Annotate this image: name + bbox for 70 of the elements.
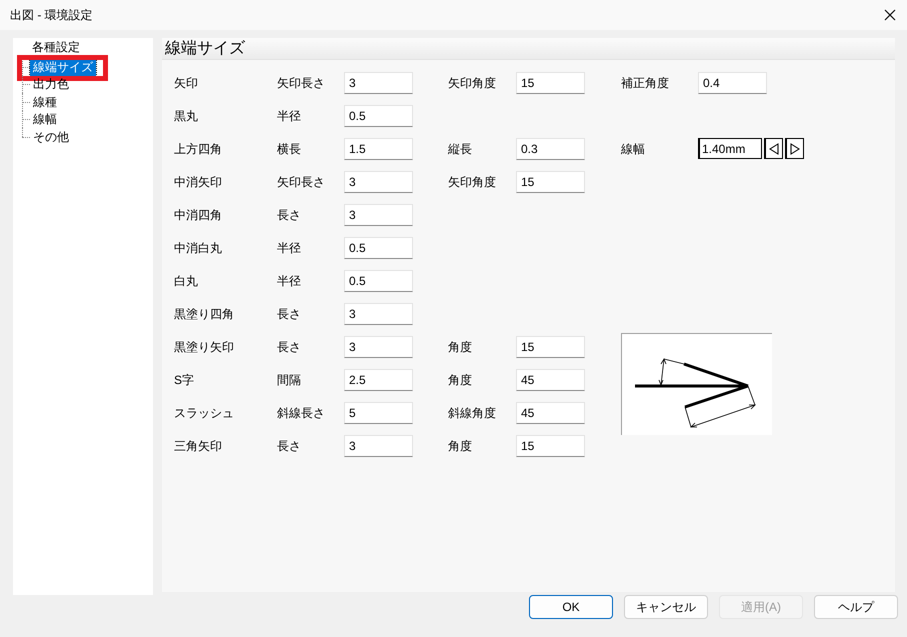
row-label: 黒丸: [174, 108, 199, 124]
field-label: 半径: [277, 272, 302, 290]
field-label: 長さ: [277, 438, 302, 454]
field-label: 矢印長さ: [277, 74, 326, 92]
number-field[interactable]: 3: [344, 434, 413, 456]
number-field[interactable]: 45: [516, 368, 585, 390]
right-triangle-icon: [790, 142, 800, 154]
decrease-button[interactable]: [764, 138, 783, 159]
field-label: 斜線長さ: [277, 404, 326, 422]
number-field[interactable]: 2.5: [344, 368, 413, 390]
number-field[interactable]: 0.4: [698, 72, 767, 94]
tree-item[interactable]: 線種: [30, 92, 60, 111]
number-field[interactable]: 15: [516, 336, 585, 358]
number-field[interactable]: 3: [344, 170, 413, 192]
tree-item[interactable]: 各種設定: [29, 38, 83, 56]
row-label: 白丸: [174, 272, 199, 290]
row-label: 中消矢印: [174, 174, 223, 190]
row-label: 黒塗り矢印: [174, 338, 235, 356]
row-label: 三角矢印: [174, 438, 223, 454]
number-field[interactable]: 3: [344, 72, 413, 94]
number-field[interactable]: 0.3: [516, 138, 585, 160]
row-label: 黒塗り四角: [174, 306, 235, 322]
field-label: 斜線角度: [448, 404, 497, 422]
row-label: 上方四角: [174, 140, 223, 158]
field-label: 角度: [448, 338, 473, 356]
number-field[interactable]: 0.5: [344, 270, 413, 292]
field-label: 角度: [448, 372, 473, 388]
number-field[interactable]: 0.5: [344, 104, 413, 126]
number-field[interactable]: 45: [516, 402, 585, 424]
close-button[interactable]: [882, 7, 898, 23]
field-label: 矢印長さ: [277, 174, 326, 190]
tree-item[interactable]: その他: [30, 128, 72, 146]
row-label: 中消白丸: [174, 240, 223, 256]
number-field[interactable]: 5: [344, 402, 413, 424]
field-label: 角度: [448, 438, 473, 454]
number-field[interactable]: 0.5: [344, 236, 413, 258]
field-label: 長さ: [277, 338, 302, 356]
field-label: 長さ: [277, 206, 302, 224]
row-label: 中消四角: [174, 206, 223, 224]
panel-title: 線端サイズ: [162, 38, 895, 60]
field-label: 縦長: [448, 140, 473, 158]
close-icon: [884, 9, 896, 21]
row-label: S字: [174, 372, 196, 388]
left-triangle-icon: [769, 142, 779, 154]
dialog-button[interactable]: キャンセル: [624, 595, 708, 619]
field-label: 長さ: [277, 306, 302, 322]
increase-button[interactable]: [785, 138, 804, 159]
window-title: 出図 - 環境設定: [10, 7, 93, 24]
field-label: 半径: [277, 240, 302, 256]
tree-item[interactable]: 線幅: [30, 110, 60, 128]
field-label: 線幅: [621, 140, 646, 158]
field-label: 間隔: [277, 372, 302, 388]
field-label: 補正角度: [621, 74, 670, 92]
tree-item[interactable]: 出力色: [30, 75, 72, 94]
number-field[interactable]: 3: [344, 336, 413, 358]
number-field[interactable]: 3: [344, 302, 413, 324]
number-field[interactable]: 3: [344, 204, 413, 226]
number-field[interactable]: 15: [516, 72, 585, 94]
number-field[interactable]: 15: [516, 434, 585, 456]
dialog-button[interactable]: ヘルプ: [814, 595, 898, 619]
dialog-button[interactable]: OK: [529, 595, 613, 619]
number-field[interactable]: 15: [516, 170, 585, 192]
line-width-field[interactable]: 1.40mm: [698, 138, 762, 159]
field-label: 半径: [277, 108, 302, 124]
row-label: 矢印: [174, 74, 199, 92]
field-label: 横長: [277, 140, 302, 158]
number-field[interactable]: 1.5: [344, 138, 413, 160]
field-label: 矢印角度: [448, 74, 497, 92]
row-label: スラッシュ: [174, 404, 235, 422]
field-label: 矢印角度: [448, 174, 497, 190]
